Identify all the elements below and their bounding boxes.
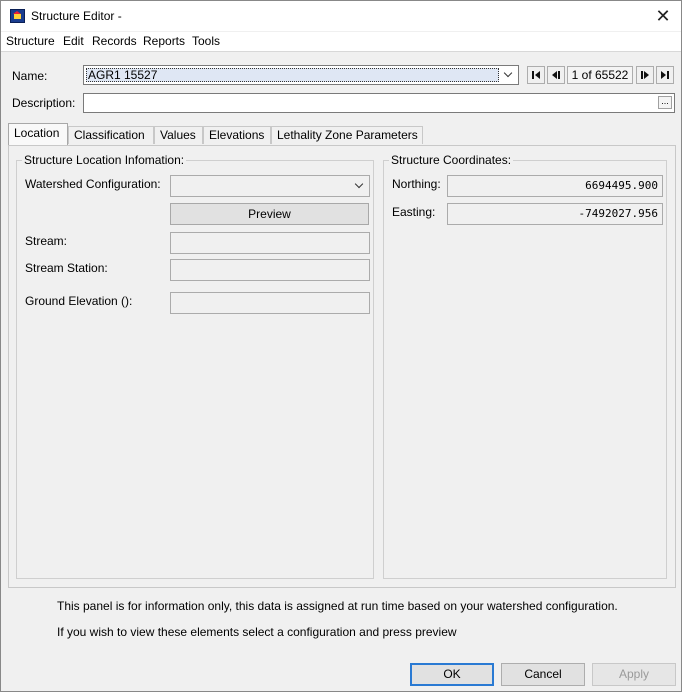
northing-value: 6694495.900 bbox=[447, 175, 663, 197]
first-record-button[interactable] bbox=[527, 66, 545, 84]
watershed-configuration-label: Watershed Configuration: bbox=[25, 177, 161, 191]
apply-button[interactable]: Apply bbox=[592, 663, 676, 686]
structure-location-group-title: Structure Location Infomation: bbox=[22, 153, 187, 167]
menu-reports[interactable]: Reports bbox=[143, 34, 185, 48]
tab-elevations[interactable]: Elevations bbox=[203, 126, 271, 144]
menu-bar: Structure Edit Records Reports Tools bbox=[1, 32, 681, 52]
previous-record-button[interactable] bbox=[547, 66, 565, 84]
easting-label: Easting: bbox=[392, 205, 436, 219]
chevron-down-icon[interactable] bbox=[504, 70, 512, 78]
easting-value: -7492027.956 bbox=[447, 203, 663, 225]
previous-record-icon bbox=[552, 71, 560, 79]
tab-values[interactable]: Values bbox=[154, 126, 203, 144]
close-icon[interactable]: ✕ bbox=[653, 6, 673, 26]
first-record-icon bbox=[532, 71, 540, 79]
tab-lethality-zone-parameters[interactable]: Lethality Zone Parameters bbox=[271, 126, 423, 144]
last-record-button[interactable] bbox=[656, 66, 674, 84]
app-icon bbox=[10, 9, 25, 23]
chevron-down-icon[interactable] bbox=[355, 181, 363, 189]
description-edit-button[interactable]: ... bbox=[658, 96, 672, 109]
stream-field bbox=[170, 232, 370, 254]
tab-location[interactable]: Location bbox=[8, 123, 68, 145]
last-record-icon bbox=[661, 71, 669, 79]
ground-elevation-field bbox=[170, 292, 370, 314]
stream-station-field bbox=[170, 259, 370, 281]
cancel-button[interactable]: Cancel bbox=[501, 663, 585, 686]
next-record-button[interactable] bbox=[636, 66, 654, 84]
name-combobox[interactable]: AGR1 15527 bbox=[83, 65, 519, 85]
title-bar: Structure Editor - ✕ bbox=[1, 1, 681, 31]
name-label: Name: bbox=[12, 69, 48, 83]
menu-structure[interactable]: Structure bbox=[6, 34, 55, 48]
name-value: AGR1 15527 bbox=[86, 68, 499, 82]
ok-button[interactable]: OK bbox=[410, 663, 494, 686]
watershed-configuration-select[interactable] bbox=[170, 175, 370, 197]
menu-tools[interactable]: Tools bbox=[192, 34, 220, 48]
preview-button[interactable]: Preview bbox=[170, 203, 369, 225]
description-input[interactable] bbox=[83, 93, 675, 113]
info-note-line1: This panel is for information only, this… bbox=[57, 599, 618, 613]
next-record-icon bbox=[641, 71, 649, 79]
window-title: Structure Editor - bbox=[31, 9, 122, 23]
northing-label: Northing: bbox=[392, 177, 441, 191]
stream-label: Stream: bbox=[25, 234, 68, 248]
menu-records[interactable]: Records bbox=[92, 34, 137, 48]
ground-elevation-label: Ground Elevation (): bbox=[25, 294, 133, 308]
structure-coordinates-group-title: Structure Coordinates: bbox=[389, 153, 514, 167]
record-position: 1 of 65522 bbox=[567, 66, 633, 84]
info-note-line2: If you wish to view these elements selec… bbox=[57, 625, 457, 639]
menu-edit[interactable]: Edit bbox=[63, 34, 84, 48]
tab-classification[interactable]: Classification bbox=[68, 126, 154, 144]
structure-editor-window: Structure Editor - ✕ Structure Edit Reco… bbox=[0, 0, 682, 692]
stream-station-label: Stream Station: bbox=[25, 261, 108, 275]
description-label: Description: bbox=[12, 96, 76, 110]
